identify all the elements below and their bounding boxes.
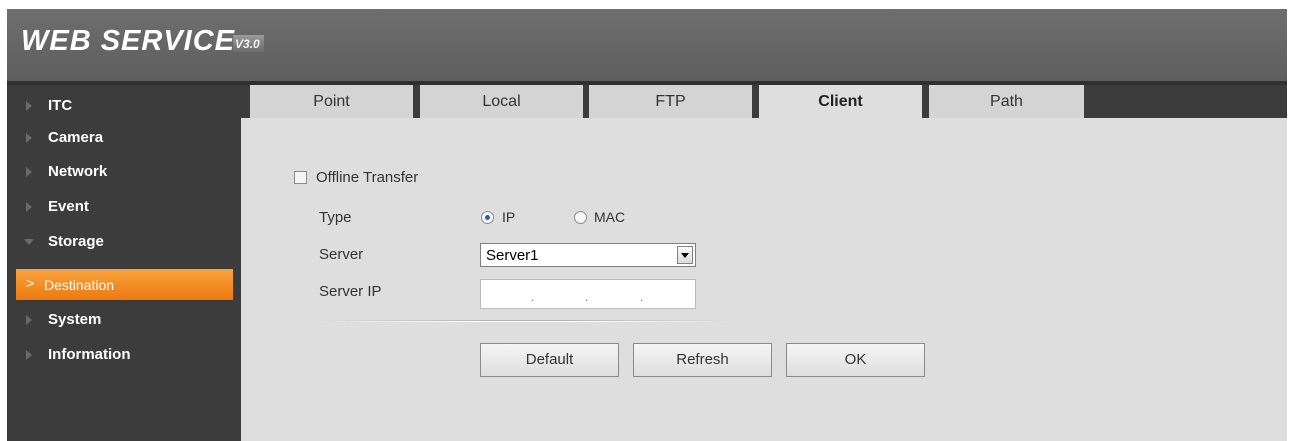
sidebar-item-label: Event xyxy=(48,198,89,215)
refresh-button[interactable]: Refresh xyxy=(633,343,772,377)
type-mac-radio[interactable] xyxy=(574,211,587,224)
tab-ftp[interactable]: FTP xyxy=(589,85,752,118)
sidebar-item-label: Storage xyxy=(48,233,104,250)
server-ip-field[interactable]: . . . xyxy=(480,279,696,309)
tab-point[interactable]: Point xyxy=(250,85,413,118)
expand-arrow-icon xyxy=(26,133,32,143)
sidebar-subitem-label: Destination xyxy=(44,277,115,293)
sidebar-item-label: System xyxy=(48,311,102,328)
sidebar-item-system[interactable]: System xyxy=(7,304,241,336)
dropdown-button[interactable] xyxy=(677,246,693,264)
type-label: Type xyxy=(319,209,352,226)
server-ip-label: Server IP xyxy=(319,283,382,300)
default-button[interactable]: Default xyxy=(480,343,619,377)
server-select[interactable]: Server1 xyxy=(480,243,696,267)
logo-text: WEB SERVICE xyxy=(21,25,236,57)
type-ip-label: IP xyxy=(502,209,516,225)
app-logo: WEB SERVICEV3.0 xyxy=(21,25,264,58)
type-ip-radio[interactable] xyxy=(481,211,494,224)
server-label: Server xyxy=(319,246,364,263)
tab-path[interactable]: Path xyxy=(929,85,1084,118)
offline-transfer-checkbox[interactable] xyxy=(294,171,307,184)
divider-highlight xyxy=(316,321,736,322)
ok-button[interactable]: OK xyxy=(786,343,925,377)
collapse-arrow-icon xyxy=(24,239,34,245)
sidebar-item-network[interactable]: Network xyxy=(7,156,241,188)
tab-local[interactable]: Local xyxy=(420,85,583,118)
sidebar-item-camera[interactable]: Camera xyxy=(7,122,241,154)
expand-arrow-icon xyxy=(26,350,32,360)
content-panel: Point Local FTP Client Path Offline Tran… xyxy=(241,85,1287,441)
server-select-value: Server1 xyxy=(486,247,539,264)
ip-separator: . xyxy=(531,290,535,304)
app-window: WEB SERVICEV3.0 ITC Camera Network Event… xyxy=(7,9,1287,441)
expand-arrow-icon xyxy=(26,167,32,177)
header-bar: WEB SERVICEV3.0 xyxy=(7,9,1287,81)
sidebar: ITC Camera Network Event Storage > Desti… xyxy=(7,85,241,441)
sidebar-subitem-destination[interactable]: > Destination xyxy=(16,269,233,300)
sidebar-item-label: Camera xyxy=(48,129,104,146)
chevron-right-icon: > xyxy=(26,275,35,291)
offline-transfer-label: Offline Transfer xyxy=(316,169,419,186)
version-badge: V3.0 xyxy=(233,35,264,52)
ip-separator: . xyxy=(640,290,644,304)
sidebar-item-information[interactable]: Information xyxy=(7,339,241,371)
sidebar-item-label: ITC xyxy=(48,97,73,114)
expand-arrow-icon xyxy=(26,315,32,325)
sidebar-item-itc[interactable]: ITC xyxy=(7,90,241,122)
sidebar-item-storage[interactable]: Storage xyxy=(7,226,241,258)
tab-bar: Point Local FTP Client Path xyxy=(241,85,1287,118)
sidebar-item-event[interactable]: Event xyxy=(7,191,241,223)
sidebar-item-label: Information xyxy=(48,346,131,363)
type-mac-label: MAC xyxy=(594,209,626,225)
expand-arrow-icon xyxy=(26,101,32,111)
tab-client[interactable]: Client xyxy=(759,85,922,118)
ip-separator: . xyxy=(585,290,589,304)
chevron-down-icon xyxy=(681,253,689,258)
radio-selected-dot xyxy=(485,215,490,220)
sidebar-item-label: Network xyxy=(48,163,108,180)
expand-arrow-icon xyxy=(26,202,32,212)
